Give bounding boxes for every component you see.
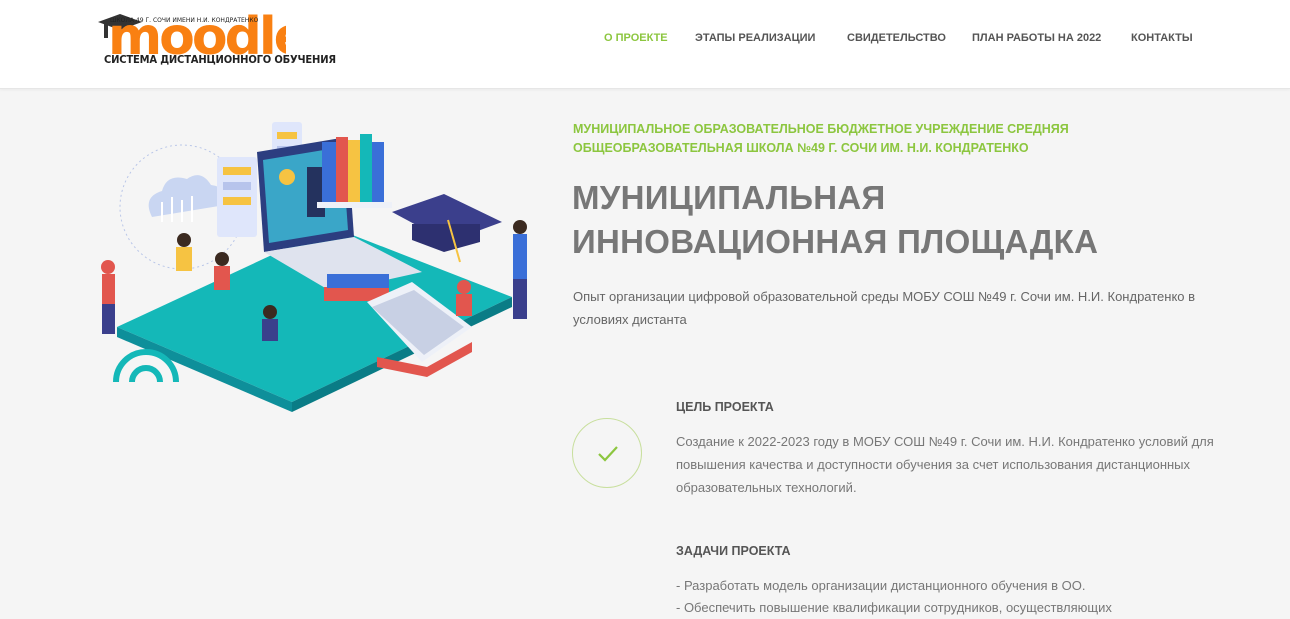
svg-text:moodle: moodle [108,7,286,60]
tasks-list: - Разработать модель организации дистанц… [676,575,1216,619]
goal-title: ЦЕЛЬ ПРОЕКТА [676,400,774,414]
list-item: - Обеспечить повышение квалификации сотр… [676,600,1112,615]
logo-school-text: ШКОЛА 49 Г. СОЧИ ИМЕНИ Н.И. КОНДРАТЕНКО [110,17,259,24]
page-title: МУНИЦИПАЛЬНАЯ ИННОВАЦИОННАЯ ПЛОЩАДКА [572,176,1212,264]
school-name-kicker: МУНИЦИПАЛЬНОЕ ОБРАЗОВАТЕЛЬНОЕ БЮДЖЕТНОЕ … [573,122,1069,155]
goal-check-badge [572,418,642,488]
check-icon [598,446,618,462]
tasks-title: ЗАДАЧИ ПРОЕКТА [676,544,791,558]
nav-item-contacts[interactable]: КОНТАКТЫ [1131,32,1193,44]
goal-text: Создание к 2022-2023 году в МОБУ СОШ №49… [676,434,1214,495]
logo-subtitle: СИСТЕМА ДИСТАНЦИОННОГО ОБУЧЕНИЯ [104,54,336,66]
moodle-logo[interactable]: moodle ШКОЛА 49 Г. СОЧИ ИМЕНИ Н.И. КОНДР… [96,7,336,78]
online-education-illustration-icon [101,122,527,412]
moodle-wordmark-icon: moodle [98,7,286,60]
list-item: - Разработать модель организации дистанц… [676,578,1086,593]
page-title-line-2: ИННОВАЦИОННАЯ ПЛОЩАДКА [572,223,1099,260]
nav-item-about[interactable]: О ПРОЕКТЕ [604,32,668,44]
hero-description: Опыт организации цифровой образовательно… [573,289,1196,327]
nav-item-stages[interactable]: ЭТАПЫ РЕАЛИЗАЦИИ [695,32,815,44]
nav-item-certificate[interactable]: СВИДЕТЕЛЬСТВО [847,32,946,44]
nav-item-plan-2022[interactable]: ПЛАН РАБОТЫ НА 2022 [972,32,1101,44]
page-title-line-1: МУНИЦИПАЛЬНАЯ [572,179,886,216]
site-header: moodle ШКОЛА 49 Г. СОЧИ ИМЕНИ Н.И. КОНДР… [0,0,1290,89]
